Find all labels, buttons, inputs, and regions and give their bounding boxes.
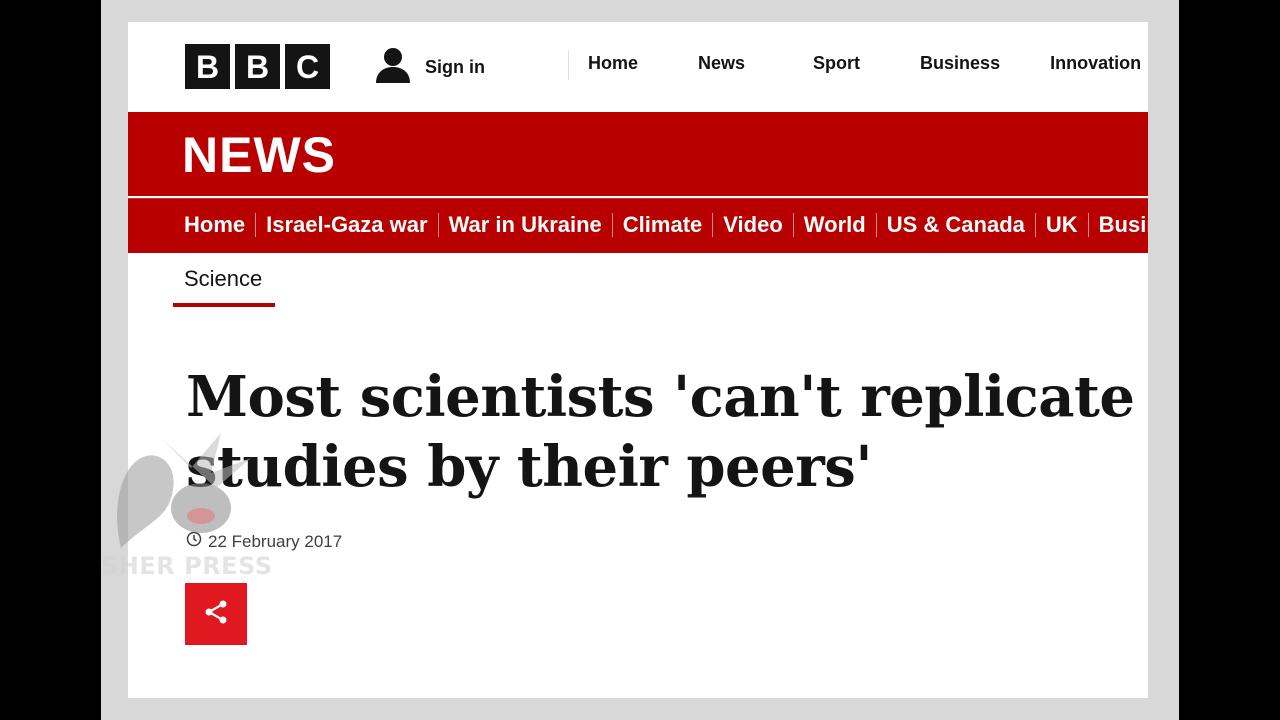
- clock-icon: [186, 531, 202, 552]
- topnav-sport[interactable]: Sport: [813, 53, 860, 74]
- letterbox-right: [1179, 0, 1280, 720]
- news-nav-video[interactable]: Video: [723, 212, 783, 238]
- logo-letter-c: C: [285, 44, 330, 89]
- news-nav-war-in-ukraine[interactable]: War in Ukraine: [449, 212, 602, 238]
- nav-separator: [611, 213, 613, 237]
- section-underline: [173, 303, 275, 307]
- nav-separator: [792, 213, 794, 237]
- bbc-logo[interactable]: B B C: [185, 44, 330, 89]
- topnav-news[interactable]: News: [698, 53, 745, 74]
- news-nav-world[interactable]: World: [804, 212, 866, 238]
- logo-letter-b2: B: [235, 44, 280, 89]
- article-meta: 22 February 2017: [186, 531, 342, 552]
- nav-separator: [712, 213, 714, 237]
- nav-separator: [437, 213, 439, 237]
- user-icon: [375, 46, 411, 89]
- topnav-business[interactable]: Business: [920, 53, 1000, 74]
- news-title[interactable]: NEWS: [182, 126, 336, 184]
- news-nav-us-canada[interactable]: US & Canada: [887, 212, 1025, 238]
- news-navigation: Home Israel-Gaza war War in Ukraine Clim…: [128, 198, 1148, 253]
- article-date: 22 February 2017: [208, 531, 343, 551]
- news-nav-climate[interactable]: Climate: [623, 212, 702, 238]
- logo-letter-b1: B: [185, 44, 230, 89]
- news-nav-home[interactable]: Home: [184, 212, 245, 238]
- news-banner: NEWS: [128, 112, 1148, 196]
- top-navigation: Home News Sport Business Innovation: [588, 53, 1148, 74]
- news-nav-israel-gaza-war[interactable]: Israel-Gaza war: [266, 212, 427, 238]
- news-nav-uk[interactable]: UK: [1046, 212, 1078, 238]
- headline-line-1: Most scientists 'can't replicate: [186, 364, 1135, 430]
- share-button[interactable]: [185, 583, 247, 645]
- nav-separator: [255, 213, 257, 237]
- topnav-home[interactable]: Home: [588, 53, 638, 74]
- headline-line-2: studies by their peers': [186, 434, 872, 500]
- article-headline: Most scientists 'can't replicate studies…: [186, 362, 1136, 502]
- news-nav-business[interactable]: Business: [1099, 212, 1148, 238]
- letterbox-left: [0, 0, 101, 720]
- sign-in-button[interactable]: Sign in: [375, 46, 485, 89]
- section-link-science[interactable]: Science: [184, 266, 262, 292]
- nav-separator: [875, 213, 877, 237]
- article-page: B B C Sign in Home News Sport Business I…: [128, 22, 1148, 698]
- top-bar: B B C Sign in Home News Sport Business I…: [128, 22, 1148, 110]
- share-icon: [203, 599, 229, 630]
- topnav-innovation[interactable]: Innovation: [1050, 53, 1141, 74]
- nav-divider: [568, 50, 569, 80]
- sign-in-label: Sign in: [425, 57, 485, 77]
- nav-separator: [1034, 213, 1036, 237]
- nav-separator: [1087, 213, 1089, 237]
